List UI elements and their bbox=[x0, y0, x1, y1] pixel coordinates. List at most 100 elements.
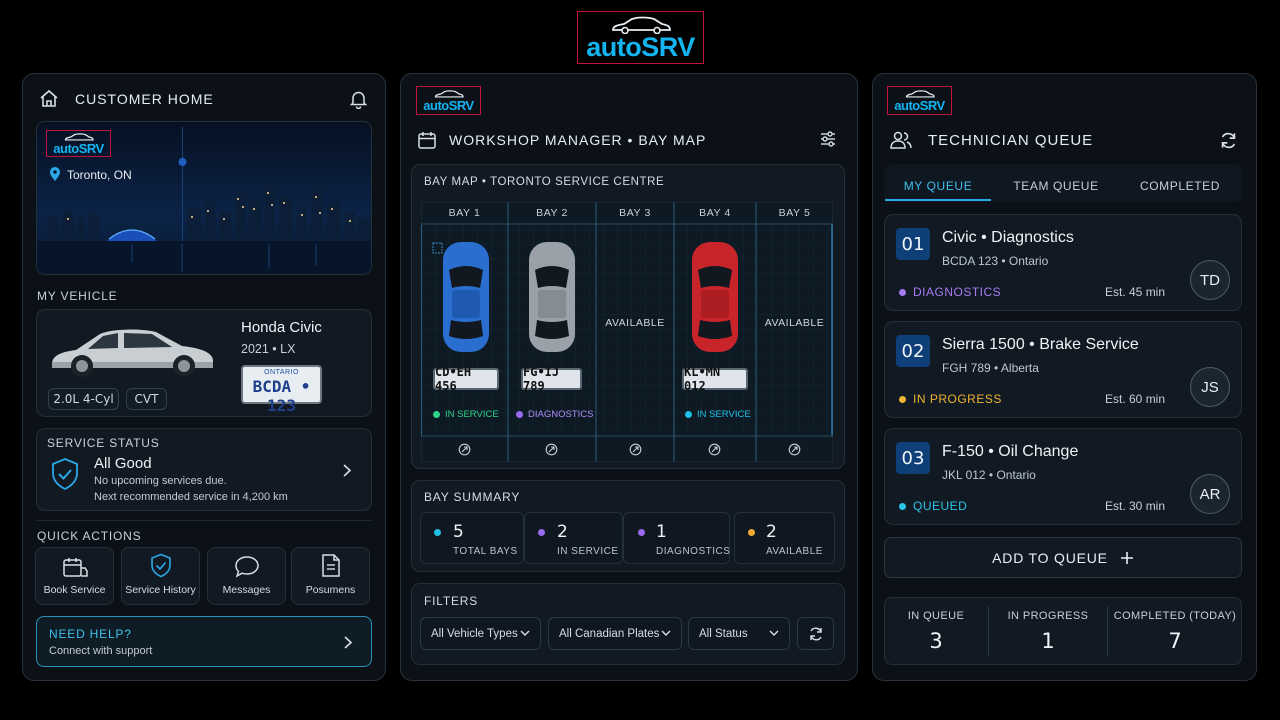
status-dot bbox=[538, 529, 545, 536]
service-headline: All Good bbox=[94, 455, 152, 472]
bay-1-car[interactable] bbox=[439, 240, 493, 354]
queue-title: Civic • Diagnostics bbox=[942, 229, 1074, 246]
queue-status: IN PROGRESS bbox=[899, 392, 1002, 406]
queue-subtitle: JKL 012 • Ontario bbox=[942, 468, 1036, 482]
chat-bubble-icon bbox=[234, 556, 259, 578]
service-line1: No upcoming services due. bbox=[94, 475, 227, 487]
vehicle-type-filter-value: All Vehicle Types bbox=[431, 627, 518, 640]
need-help-subtitle: Connect with support bbox=[49, 645, 153, 657]
filters-title: FILTERS bbox=[424, 594, 479, 608]
location-pin-icon bbox=[50, 167, 60, 181]
status-dot bbox=[899, 502, 906, 510]
bay-4-car[interactable] bbox=[688, 240, 742, 354]
queue-estimate: Est. 60 min bbox=[1105, 392, 1166, 406]
queue-item[interactable]: 02 Sierra 1500 • Brake Service FGH 789 •… bbox=[884, 321, 1242, 418]
vehicle-name: Honda Civic bbox=[241, 319, 322, 336]
license-plate: ONTARIO BCDA • 123 bbox=[241, 365, 322, 415]
messages-label: Messages bbox=[222, 584, 271, 596]
home-icon[interactable] bbox=[39, 89, 59, 108]
queue-estimate: Est. 45 min bbox=[1105, 285, 1166, 299]
status-dot bbox=[638, 529, 645, 536]
plate-number: BCDA • 123 bbox=[252, 377, 311, 415]
avatar[interactable]: JS bbox=[1190, 367, 1230, 407]
bay-1-plate: CD•EH 456 bbox=[433, 365, 499, 393]
queue-number: 01 bbox=[896, 228, 930, 260]
plus-icon bbox=[1120, 551, 1133, 564]
add-to-queue-button[interactable]: ADD TO QUEUE bbox=[884, 537, 1242, 578]
chevron-right-icon[interactable] bbox=[342, 463, 352, 478]
transmission-tag: CVT bbox=[126, 388, 167, 410]
bay-2-header: BAY 2 bbox=[536, 207, 568, 219]
summary-label: IN SERVICE bbox=[557, 546, 619, 557]
plates-filter-value: All Canadian Plates bbox=[559, 627, 660, 640]
chevron-down-icon bbox=[769, 630, 779, 636]
stat-label: IN PROGRESS bbox=[1007, 610, 1089, 622]
book-service-button[interactable]: Book Service bbox=[35, 547, 114, 605]
document-icon bbox=[321, 554, 340, 577]
chevron-down-icon bbox=[520, 630, 530, 636]
status-filter-value: All Status bbox=[699, 627, 748, 640]
bay-3-action-icon[interactable] bbox=[629, 443, 642, 456]
bell-icon[interactable] bbox=[349, 89, 368, 109]
posumens-button[interactable]: Posumens bbox=[291, 547, 370, 605]
bay-5-action-icon[interactable] bbox=[788, 443, 801, 456]
my-vehicle-label: MY VEHICLE bbox=[37, 289, 118, 303]
summary-total-bays: 5 TOTAL BAYS bbox=[420, 512, 524, 564]
service-line2: Next recommended service in 4,200 km bbox=[94, 491, 288, 503]
location-text: Toronto, ON bbox=[67, 168, 132, 182]
queue-subtitle: BCDA 123 • Ontario bbox=[942, 254, 1049, 268]
service-history-label: Service History bbox=[125, 584, 196, 596]
bay-4-plate: KL•MN 012 bbox=[682, 365, 748, 393]
bay-1-action-icon[interactable] bbox=[458, 443, 471, 456]
posumens-label: Posumens bbox=[305, 584, 356, 596]
sliders-icon[interactable] bbox=[819, 130, 837, 148]
bay-map-title: BAY MAP • TORONTO SERVICE CENTRE bbox=[424, 176, 665, 188]
sedan-illustration bbox=[52, 329, 213, 377]
status-dot bbox=[899, 395, 906, 403]
stat-value: 1 bbox=[1041, 629, 1055, 653]
plates-filter[interactable]: All Canadian Plates bbox=[548, 617, 682, 650]
bay-4-action-icon[interactable] bbox=[708, 443, 721, 456]
shield-check-icon bbox=[52, 458, 78, 491]
status-dot bbox=[433, 411, 440, 418]
queue-number: 02 bbox=[896, 335, 930, 367]
brand-wordmark: autoSRV bbox=[586, 31, 695, 62]
hero-brand-wordmark: autoSRV bbox=[53, 140, 104, 156]
workshop-brand-wordmark: autoSRV bbox=[423, 97, 474, 113]
refresh-filters-button[interactable] bbox=[797, 617, 834, 650]
queue-item[interactable]: 01 Civic • Diagnostics BCDA 123 • Ontari… bbox=[884, 214, 1242, 311]
summary-value: 2 bbox=[766, 522, 777, 542]
stat-value: 3 bbox=[929, 629, 943, 653]
need-help-button[interactable] bbox=[36, 616, 372, 667]
workshop-brand-logo: autoSRV bbox=[416, 86, 481, 115]
calendar-icon bbox=[418, 132, 436, 149]
status-filter[interactable]: All Status bbox=[688, 617, 790, 650]
messages-button[interactable]: Messages bbox=[207, 547, 286, 605]
queue-number: 03 bbox=[896, 442, 930, 474]
vehicle-type-filter[interactable]: All Vehicle Types bbox=[420, 617, 541, 650]
refresh-icon[interactable] bbox=[1219, 131, 1238, 150]
tech-queue-title: TECHNICIAN QUEUE bbox=[928, 132, 1094, 149]
avatar[interactable]: AR bbox=[1190, 474, 1230, 514]
queue-status-label: QUEUED bbox=[913, 499, 968, 513]
bay-5-available: AVAILABLE bbox=[764, 317, 825, 329]
vehicle-calendar-icon bbox=[62, 558, 88, 577]
avatar[interactable]: TD bbox=[1190, 260, 1230, 300]
status-dot bbox=[516, 411, 523, 418]
tab-completed[interactable]: COMPLETED bbox=[1120, 172, 1240, 200]
queue-item[interactable]: 03 F-150 • Oil Change JKL 012 • Ontario … bbox=[884, 428, 1242, 525]
tab-my-queue[interactable]: MY QUEUE bbox=[885, 172, 991, 200]
queue-title: Sierra 1500 • Brake Service bbox=[942, 336, 1139, 353]
bay-2-status: DIAGNOSTICS bbox=[516, 409, 593, 420]
service-history-button[interactable]: Service History bbox=[121, 547, 200, 605]
tech-brand-logo: autoSRV bbox=[887, 86, 952, 115]
summary-value: 5 bbox=[453, 522, 464, 542]
grid-marker-icon bbox=[432, 242, 443, 254]
bay-5-header: BAY 5 bbox=[778, 207, 811, 219]
status-dot bbox=[748, 529, 755, 536]
bay-2-car[interactable] bbox=[525, 240, 579, 354]
tab-team-queue[interactable]: TEAM QUEUE bbox=[1000, 172, 1112, 200]
queue-status: DIAGNOSTICS bbox=[899, 285, 1001, 299]
bay-2-action-icon[interactable] bbox=[545, 443, 558, 456]
service-status-label: SERVICE STATUS bbox=[47, 436, 160, 450]
